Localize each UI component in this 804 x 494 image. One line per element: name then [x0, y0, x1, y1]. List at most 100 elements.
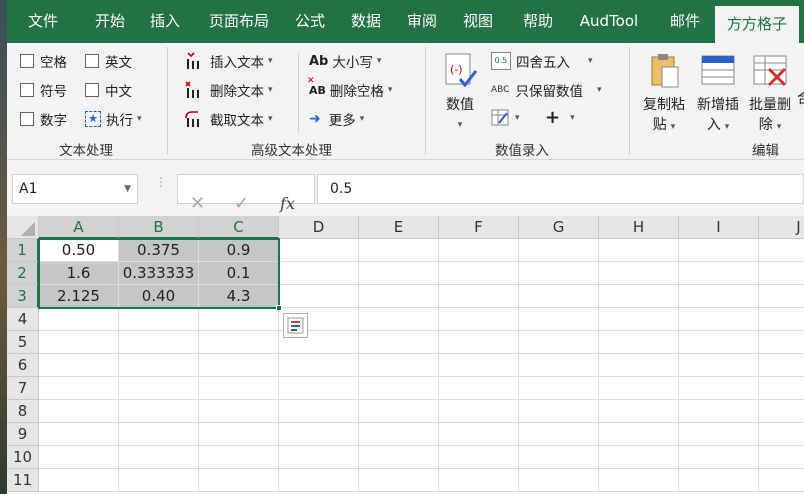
cell-e10[interactable] [359, 446, 439, 469]
fill-button[interactable]: ▾ [491, 109, 520, 127]
row-header-2[interactable]: 2 [7, 262, 39, 285]
tab-view[interactable]: 视图 [455, 0, 501, 43]
cell-b11[interactable] [119, 469, 199, 492]
cell-h10[interactable] [599, 446, 679, 469]
cell-f9[interactable] [439, 423, 519, 446]
row-header-9[interactable]: 9 [7, 423, 39, 446]
checkbox-space[interactable]: 空格 [20, 51, 67, 71]
cell-d7[interactable] [279, 377, 359, 400]
cell-b9[interactable] [119, 423, 199, 446]
cell-b5[interactable] [119, 331, 199, 354]
drag-handle-icon[interactable]: ⋮ [155, 176, 167, 188]
cell-c2[interactable]: 0.1 [199, 262, 279, 285]
cell-i10[interactable] [679, 446, 759, 469]
cell-j2[interactable] [759, 262, 804, 285]
checkbox-english[interactable]: 英文 [85, 51, 132, 71]
column-header-b[interactable]: B [119, 216, 199, 239]
formula-input[interactable]: 0.5 [317, 174, 804, 204]
tab-formulas[interactable]: 公式 [287, 0, 333, 43]
checkbox-symbol[interactable]: 符号 [20, 80, 67, 100]
cell-c9[interactable] [199, 423, 279, 446]
cell-g11[interactable] [519, 469, 599, 492]
cell-e6[interactable] [359, 354, 439, 377]
column-header-e[interactable]: E [359, 216, 439, 239]
row-header-5[interactable]: 5 [7, 331, 39, 354]
tab-home[interactable]: 开始 [81, 0, 139, 43]
column-header-f[interactable]: F [439, 216, 519, 239]
insert-text-button[interactable]: 插入文本 ▾ [184, 51, 273, 71]
row-header-3[interactable]: 3 [7, 285, 39, 308]
cell-h11[interactable] [599, 469, 679, 492]
more-button[interactable]: ➜ 更多 ▾ [309, 109, 364, 129]
value-button[interactable]: (-) 数值 ▾ [439, 51, 481, 135]
cell-g9[interactable] [519, 423, 599, 446]
copy-paste-button[interactable]: 复制粘 贴 ▾ [639, 51, 689, 137]
cell-d3[interactable] [279, 285, 359, 308]
merge-button-partial[interactable]: 合 [797, 51, 804, 109]
keep-values-button[interactable]: ABC 只保留数值 ▾ [491, 80, 602, 100]
cell-d6[interactable] [279, 354, 359, 377]
delete-text-button[interactable]: 删除文本 ▾ [184, 80, 273, 100]
checkbox-box[interactable] [20, 54, 34, 68]
cell-f7[interactable] [439, 377, 519, 400]
cell-h4[interactable] [599, 308, 679, 331]
cell-j1[interactable] [759, 239, 804, 262]
tab-help[interactable]: 帮助 [513, 0, 563, 43]
fill-handle[interactable] [276, 305, 282, 311]
cell-g7[interactable] [519, 377, 599, 400]
row-header-11[interactable]: 11 [7, 469, 39, 492]
cell-f8[interactable] [439, 400, 519, 423]
cell-b6[interactable] [119, 354, 199, 377]
cell-d11[interactable] [279, 469, 359, 492]
insert-function-icon[interactable]: fx [280, 189, 295, 219]
cell-c4[interactable] [199, 308, 279, 331]
cell-g8[interactable] [519, 400, 599, 423]
cell-e1[interactable] [359, 239, 439, 262]
cell-a7[interactable] [39, 377, 119, 400]
cell-a9[interactable] [39, 423, 119, 446]
cell-e3[interactable] [359, 285, 439, 308]
cell-b10[interactable] [119, 446, 199, 469]
cell-a4[interactable] [39, 308, 119, 331]
cell-a5[interactable] [39, 331, 119, 354]
cell-e7[interactable] [359, 377, 439, 400]
column-header-g[interactable]: G [519, 216, 599, 239]
cell-b2[interactable]: 0.333333 [119, 262, 199, 285]
tab-fangfanggezi[interactable]: 方方格子 [715, 6, 799, 43]
cell-b4[interactable] [119, 308, 199, 331]
case-button[interactable]: Ab 大小写 ▾ [309, 51, 381, 72]
cut-text-button[interactable]: 截取文本 ▾ [184, 109, 273, 129]
cell-h2[interactable] [599, 262, 679, 285]
column-header-i[interactable]: I [679, 216, 759, 239]
cell-a8[interactable] [39, 400, 119, 423]
tab-review[interactable]: 审阅 [399, 0, 445, 43]
checkbox-chinese[interactable]: 中文 [85, 80, 132, 100]
cell-d10[interactable] [279, 446, 359, 469]
cell-a2[interactable]: 1.6 [39, 262, 119, 285]
cell-b1[interactable]: 0.375 [119, 239, 199, 262]
cell-h9[interactable] [599, 423, 679, 446]
cell-c1[interactable]: 0.9 [199, 239, 279, 262]
execute-button[interactable]: ★ 执行 ▾ [85, 109, 142, 129]
cell-h1[interactable] [599, 239, 679, 262]
cell-h3[interactable] [599, 285, 679, 308]
checkbox-box[interactable] [20, 83, 34, 97]
enter-check-icon[interactable]: ✓ [234, 189, 249, 219]
column-header-d[interactable]: D [279, 216, 359, 239]
cell-j8[interactable] [759, 400, 804, 423]
cell-c3[interactable]: 4.3 [199, 285, 279, 308]
row-header-4[interactable]: 4 [7, 308, 39, 331]
checkbox-box[interactable] [20, 112, 34, 126]
cell-e9[interactable] [359, 423, 439, 446]
row-header-10[interactable]: 10 [7, 446, 39, 469]
cell-a3[interactable]: 2.125 [39, 285, 119, 308]
plus-button[interactable]: + ▾ [545, 107, 575, 128]
column-header-j[interactable]: J [759, 216, 804, 239]
tab-page-layout[interactable]: 页面布局 [197, 0, 281, 43]
checkbox-box[interactable] [85, 83, 99, 97]
cell-e4[interactable] [359, 308, 439, 331]
cell-g3[interactable] [519, 285, 599, 308]
cell-c6[interactable] [199, 354, 279, 377]
cell-i6[interactable] [679, 354, 759, 377]
cell-g4[interactable] [519, 308, 599, 331]
